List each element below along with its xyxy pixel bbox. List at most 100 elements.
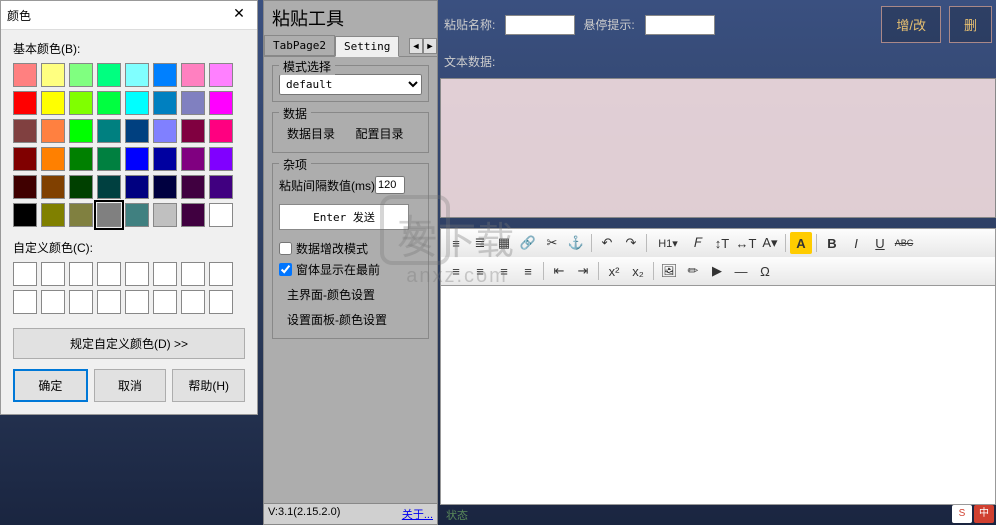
link-icon[interactable]: 🔗: [517, 232, 539, 254]
about-link[interactable]: 关于...: [402, 506, 433, 522]
color-swatch[interactable]: [153, 91, 177, 115]
config-dir-link[interactable]: 配置目录: [355, 125, 403, 142]
color-swatch[interactable]: [125, 147, 149, 171]
add-edit-button[interactable]: 增/改: [881, 6, 941, 43]
enter-send-button[interactable]: Enter 发送: [279, 204, 409, 230]
table-icon[interactable]: ▦: [493, 232, 515, 254]
color-swatch[interactable]: [125, 119, 149, 143]
color-icon[interactable]: A▾: [759, 232, 781, 254]
unordered-list-icon[interactable]: ≡: [445, 232, 467, 254]
custom-color-swatch[interactable]: [13, 290, 37, 314]
color-swatch[interactable]: [209, 147, 233, 171]
color-swatch[interactable]: [13, 91, 37, 115]
color-swatch[interactable]: [13, 119, 37, 143]
tab-tabpage2[interactable]: TabPage2: [264, 35, 335, 56]
clear-icon[interactable]: ✏: [682, 260, 704, 282]
color-swatch[interactable]: [209, 119, 233, 143]
text-height-icon[interactable]: ↕T: [711, 232, 733, 254]
color-swatch[interactable]: [125, 203, 149, 227]
color-swatch[interactable]: [97, 63, 121, 87]
strike-icon[interactable]: ABC: [893, 232, 915, 254]
custom-color-swatch[interactable]: [153, 262, 177, 286]
text-width-icon[interactable]: ↔T: [735, 232, 757, 254]
color-swatch[interactable]: [13, 203, 37, 227]
editor-body[interactable]: [440, 285, 996, 505]
align-right-icon[interactable]: ≡: [493, 260, 515, 282]
font-icon[interactable]: 𝐹: [687, 232, 709, 254]
interval-input[interactable]: [375, 176, 405, 194]
color-swatch[interactable]: [69, 203, 93, 227]
align-center-icon[interactable]: ≡: [469, 260, 491, 282]
tab-setting[interactable]: Setting: [335, 36, 399, 57]
color-swatch[interactable]: [153, 63, 177, 87]
color-swatch[interactable]: [13, 63, 37, 87]
subscript-icon[interactable]: x₂: [627, 260, 649, 282]
custom-color-swatch[interactable]: [125, 262, 149, 286]
outdent-icon[interactable]: ⇤: [548, 260, 570, 282]
bold-icon[interactable]: B: [821, 232, 843, 254]
color-swatch[interactable]: [13, 175, 37, 199]
data-dir-link[interactable]: 数据目录: [287, 125, 335, 142]
color-dialog-titlebar[interactable]: 颜色 ✕: [1, 1, 257, 30]
help-button[interactable]: 帮助(H): [172, 369, 245, 402]
topmost-check-input[interactable]: [279, 263, 292, 276]
custom-color-swatch[interactable]: [41, 262, 65, 286]
media-icon[interactable]: ▶: [706, 260, 728, 282]
tray-icon[interactable]: S: [952, 505, 972, 523]
color-swatch[interactable]: [181, 63, 205, 87]
color-swatch[interactable]: [125, 63, 149, 87]
color-swatch[interactable]: [69, 119, 93, 143]
tab-nav-left-icon[interactable]: ◄: [409, 38, 423, 54]
unlink-icon[interactable]: ✂: [541, 232, 563, 254]
symbol-icon[interactable]: Ω: [754, 260, 776, 282]
custom-color-swatch[interactable]: [125, 290, 149, 314]
color-swatch[interactable]: [153, 147, 177, 171]
heading-icon[interactable]: H1▾: [651, 232, 685, 254]
color-swatch[interactable]: [209, 91, 233, 115]
indent-icon[interactable]: ⇥: [572, 260, 594, 282]
italic-icon[interactable]: I: [845, 232, 867, 254]
close-icon[interactable]: ✕: [227, 5, 251, 25]
cancel-button[interactable]: 取消: [94, 369, 167, 402]
color-swatch[interactable]: [181, 119, 205, 143]
color-swatch[interactable]: [209, 175, 233, 199]
color-swatch[interactable]: [41, 203, 65, 227]
color-swatch[interactable]: [69, 63, 93, 87]
define-custom-color-button[interactable]: 规定自定义颜色(D) >>: [13, 328, 245, 359]
color-swatch[interactable]: [97, 175, 121, 199]
color-swatch[interactable]: [125, 91, 149, 115]
custom-color-swatch[interactable]: [97, 290, 121, 314]
color-swatch[interactable]: [125, 175, 149, 199]
tray-icon[interactable]: 中: [974, 505, 994, 523]
color-swatch[interactable]: [69, 91, 93, 115]
custom-color-swatch[interactable]: [69, 262, 93, 286]
color-swatch[interactable]: [41, 63, 65, 87]
ok-button[interactable]: 确定: [13, 369, 88, 402]
undo-icon[interactable]: ↶: [596, 232, 618, 254]
custom-color-swatch[interactable]: [13, 262, 37, 286]
custom-color-swatch[interactable]: [97, 262, 121, 286]
custom-color-swatch[interactable]: [209, 262, 233, 286]
panel-color-link[interactable]: 设置面板-颜色设置: [287, 311, 387, 328]
edit-mode-check-input[interactable]: [279, 242, 292, 255]
custom-color-swatch[interactable]: [181, 262, 205, 286]
mode-select[interactable]: default: [279, 74, 422, 95]
custom-color-swatch[interactable]: [69, 290, 93, 314]
color-swatch[interactable]: [153, 175, 177, 199]
topmost-checkbox[interactable]: 窗体显示在最前: [279, 261, 422, 278]
hover-hint-input[interactable]: [645, 15, 715, 35]
color-swatch[interactable]: [97, 203, 121, 227]
edit-mode-checkbox[interactable]: 数据增改模式: [279, 240, 422, 257]
custom-color-swatch[interactable]: [209, 290, 233, 314]
color-swatch[interactable]: [153, 119, 177, 143]
color-swatch[interactable]: [153, 203, 177, 227]
color-swatch[interactable]: [97, 147, 121, 171]
paste-name-input[interactable]: [505, 15, 575, 35]
anchor-icon[interactable]: ⚓: [565, 232, 587, 254]
redo-icon[interactable]: ↷: [620, 232, 642, 254]
color-swatch[interactable]: [181, 91, 205, 115]
color-swatch[interactable]: [97, 91, 121, 115]
color-swatch[interactable]: [41, 91, 65, 115]
custom-color-swatch[interactable]: [41, 290, 65, 314]
color-swatch[interactable]: [97, 119, 121, 143]
